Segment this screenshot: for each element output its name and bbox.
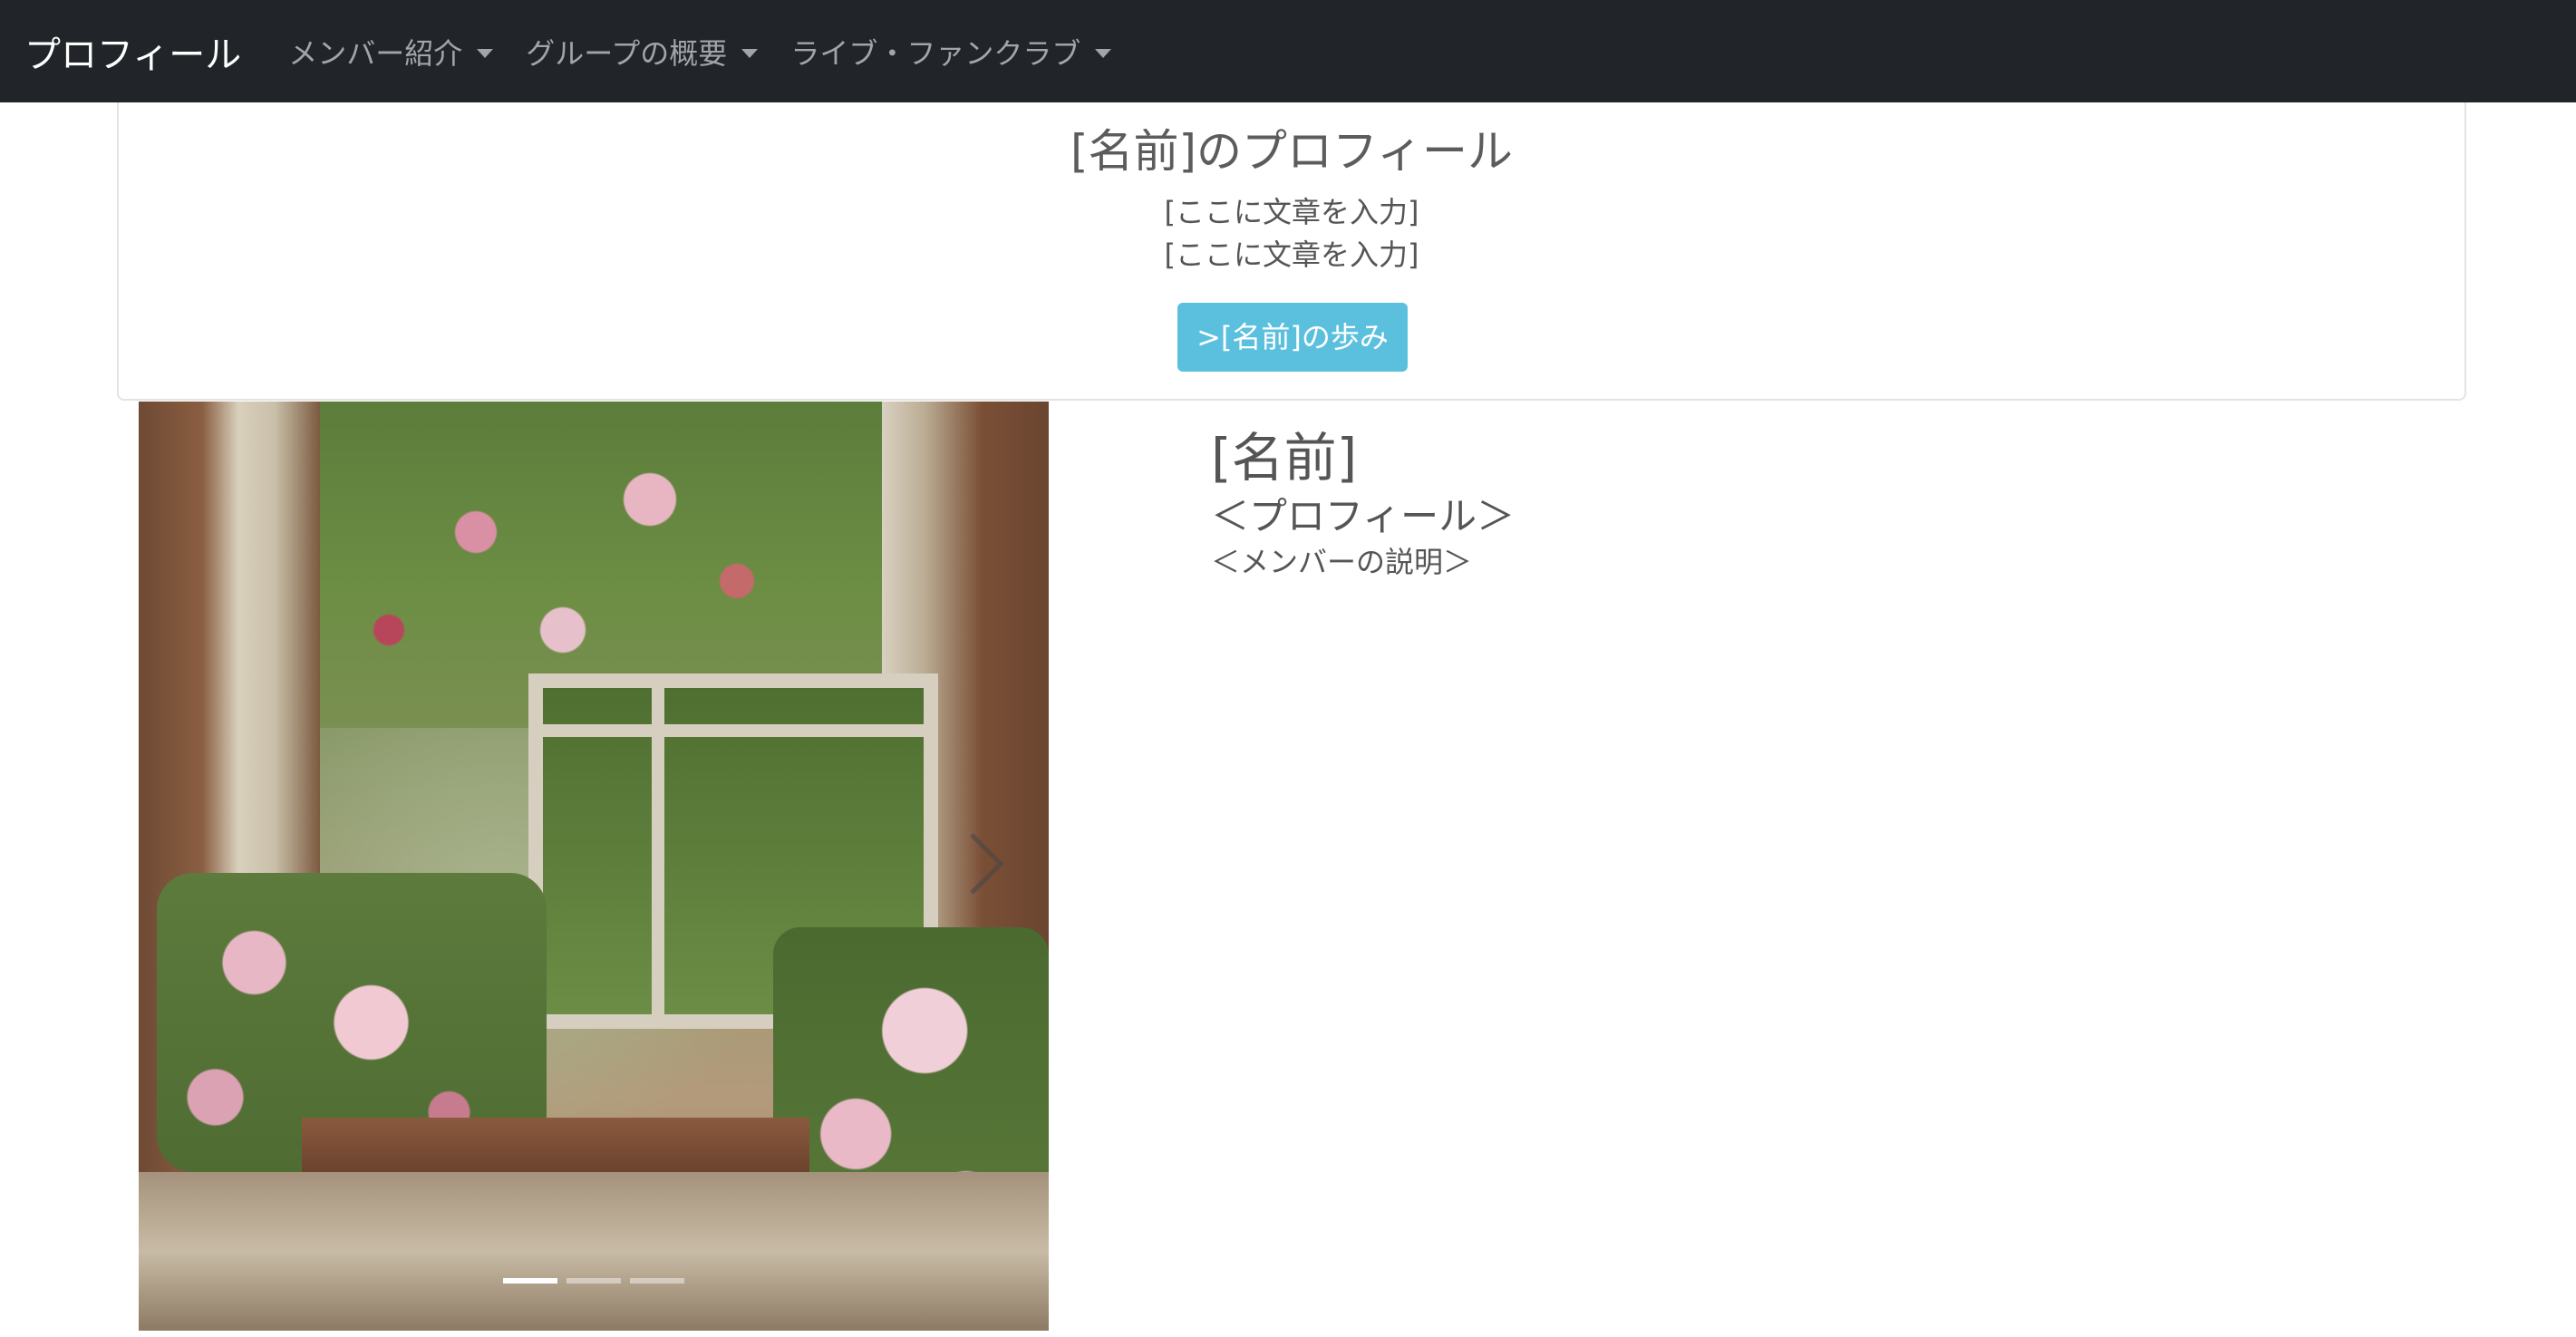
- chevron-right-icon: [970, 833, 1004, 895]
- nav-dropdown-live-fanclub[interactable]: ライブ・ファンクラブ: [790, 31, 1112, 73]
- caret-down-icon: [477, 48, 494, 58]
- member-description: ＜メンバーの説明＞: [1211, 545, 1473, 579]
- member-info: [名前] ＜プロフィール＞ ＜メンバーの説明＞: [1211, 426, 1515, 582]
- history-button[interactable]: >[名前]の歩み: [1177, 303, 1408, 372]
- navbar-brand[interactable]: プロフィール: [24, 25, 241, 78]
- nav-dropdown-label: ライブ・ファンクラブ: [790, 35, 1081, 71]
- caret-down-icon: [1095, 48, 1112, 58]
- carousel-photo-steps: [139, 1172, 1049, 1331]
- carousel-next-button[interactable]: [959, 828, 1013, 900]
- profile-header-card: [名前]のプロフィール [ここに文章を入力] [ここに文章を入力] >[名前]の…: [117, 102, 2466, 401]
- carousel-photo-table: [302, 1118, 809, 1172]
- nav-dropdown-members[interactable]: メンバー紹介: [288, 31, 494, 73]
- carousel-indicators: [139, 1278, 1049, 1284]
- caret-down-icon: [741, 48, 759, 58]
- nav-dropdown-group-overview[interactable]: グループの概要: [526, 31, 759, 73]
- intro-text-line: [ここに文章を入力]: [1164, 237, 1419, 272]
- top-navbar: プロフィール メンバー紹介 グループの概要 ライブ・ファンクラブ: [0, 0, 2576, 102]
- carousel-indicator[interactable]: [567, 1278, 621, 1284]
- member-profile-heading: ＜プロフィール＞: [1211, 494, 1516, 538]
- page-title: [名前]のプロフィール: [1070, 125, 1513, 178]
- photo-carousel: [139, 402, 1049, 1331]
- nav-dropdown-label: グループの概要: [526, 35, 728, 71]
- nav-dropdown-label: メンバー紹介: [288, 35, 463, 71]
- carousel-indicator[interactable]: [503, 1278, 557, 1284]
- member-name: [名前]: [1211, 427, 1358, 489]
- carousel-indicator[interactable]: [630, 1278, 684, 1284]
- intro-text-line: [ここに文章を入力]: [1164, 195, 1419, 229]
